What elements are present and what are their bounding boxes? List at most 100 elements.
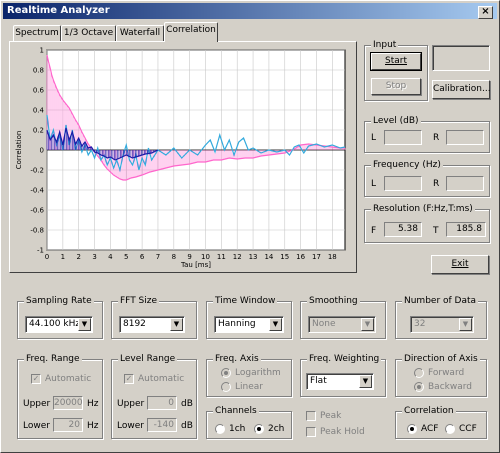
smoothing-select[interactable]: None ▼ [308,316,376,333]
direction-title: Direction of Axis [402,353,480,365]
main-window: Realtime Analyzer × Spectrum 1/3 Octave … [0,0,500,453]
level-upper-label: Upper [117,399,145,409]
backward-label: Backward [428,382,472,392]
logarithm-label: Logarithm [235,368,281,378]
level-lower-unit: dB [181,421,193,431]
x-tick-label: 13 [249,253,258,261]
x-tick-label: 10 [201,253,210,261]
channels-title: Channels [213,405,259,417]
close-button[interactable]: × [478,6,493,19]
number-of-data-value: 32 [414,319,426,329]
level-upper-unit: dB [181,399,193,409]
smoothing-title: Smoothing [307,295,360,307]
chevron-down-icon[interactable]: ▼ [361,318,374,331]
ch2-radio[interactable] [254,424,264,434]
y-tick-label: 0.4 [33,107,45,115]
freq-weighting-value: Flat [310,376,327,386]
fft-size-value: 8192 [123,319,146,329]
input-display [432,45,490,71]
y-tick-label: 0 [40,147,44,155]
acf-label: ACF [421,424,439,434]
level-upper-input[interactable]: 0 [147,396,177,410]
resolution-group-title: Resolution (F:Hz,T:ms) [371,203,475,215]
x-tick-label: 6 [140,253,145,261]
backward-radio[interactable] [414,382,424,392]
freq-upper-label: Upper [23,399,51,409]
freq-range-auto-checkbox[interactable]: ✓ [31,374,41,384]
chevron-down-icon[interactable]: ▼ [359,375,372,388]
x-tick-label: 9 [187,253,191,261]
calibration-button[interactable]: Calibration... [432,80,491,99]
level-r-label: R [433,133,440,143]
time-window-select[interactable]: Hanning ▼ [214,316,284,333]
x-tick-label: 7 [156,253,160,261]
smoothing-value: None [312,319,336,329]
freq-lower-label: Lower [23,421,50,431]
x-tick-label: 14 [264,253,273,261]
chevron-down-icon[interactable]: ▼ [459,318,472,331]
level-range-title: Level Range [118,353,178,365]
title-bar: Realtime Analyzer × [3,3,497,19]
resolution-f-label: F [371,226,377,236]
start-button[interactable]: Start [370,52,422,71]
freq-l-label: L [371,179,377,189]
number-of-data-select[interactable]: 32 ▼ [410,316,474,333]
chevron-down-icon[interactable]: ▼ [170,318,183,331]
resolution-f-value: 5.38 [384,222,422,237]
y-tick-label: -0.2 [30,167,44,175]
stop-button[interactable]: Stop [371,78,421,95]
peak-hold-label: Peak Hold [320,427,365,437]
sampling-rate-select[interactable]: 44.100 kHz ▼ [25,316,93,333]
correlation-chart: 0 1 2 3 4 5 6 7 8 9 10 11 12 13 14 15 16 17 1810.80.60.40.… [15,47,346,269]
level-group-title: Level (dB) [371,115,421,127]
chevron-down-icon[interactable]: ▼ [269,318,282,331]
tab-spectrum[interactable]: Spectrum [13,25,61,41]
x-tick-label: 17 [312,253,321,261]
x-tick-label: 11 [217,253,226,261]
x-tick-label: 0 [45,253,49,261]
linear-radio[interactable] [221,382,231,392]
freq-axis-title: Freq. Axis [213,353,261,365]
sampling-rate-value: 44.100 kHz [29,319,81,329]
ch1-radio[interactable] [215,424,225,434]
level-r-value [446,130,484,145]
y-tick-label: 1 [40,47,44,55]
x-tick-label: 12 [233,253,242,261]
y-tick-label: -1 [37,247,44,255]
x-tick-label: 4 [108,253,113,261]
peak-hold-checkbox[interactable] [306,427,316,437]
ch1-label: 1ch [229,424,246,434]
tab-third-octave[interactable]: 1/3 Octave [61,25,116,41]
peak-checkbox[interactable] [306,411,316,421]
logarithm-radio[interactable] [221,368,231,378]
tab-correlation[interactable]: Correlation [164,22,218,42]
y-tick-label: 0.8 [33,67,44,75]
ccf-label: CCF [459,424,477,434]
tab-waterfall[interactable]: Waterfall [116,25,164,41]
level-range-auto-label: Automatic [138,374,185,384]
ccf-radio[interactable] [445,424,455,434]
freq-lower-unit: Hz [87,421,99,431]
fft-size-select[interactable]: 8192 ▼ [119,316,185,333]
exit-button[interactable]: Exit [431,255,489,274]
forward-radio[interactable] [414,368,424,378]
freq-weighting-select[interactable]: Flat ▼ [306,373,374,390]
linear-label: Linear [235,382,263,392]
level-lower-input[interactable]: -140 [147,418,177,432]
input-group-title: Input [371,39,399,51]
acf-radio[interactable] [407,424,417,434]
chevron-down-icon[interactable]: ▼ [78,318,91,331]
y-tick-label: -0.4 [30,187,44,195]
level-lower-label: Lower [117,421,144,431]
freq-lower-input[interactable]: 20 [53,418,83,432]
y-axis-label: Correlation [15,131,23,170]
freq-weighting-title: Freq. Weighting [307,353,382,365]
x-tick-label: 8 [172,253,176,261]
y-tick-label: 0.6 [33,87,45,95]
freq-upper-input[interactable]: 20000 [53,396,83,410]
x-tick-label: 3 [92,253,96,261]
level-range-auto-checkbox[interactable]: ✓ [124,374,134,384]
ch2-label: 2ch [268,424,285,434]
window-title: Realtime Analyzer [7,5,110,16]
freq-r-value [446,176,484,191]
